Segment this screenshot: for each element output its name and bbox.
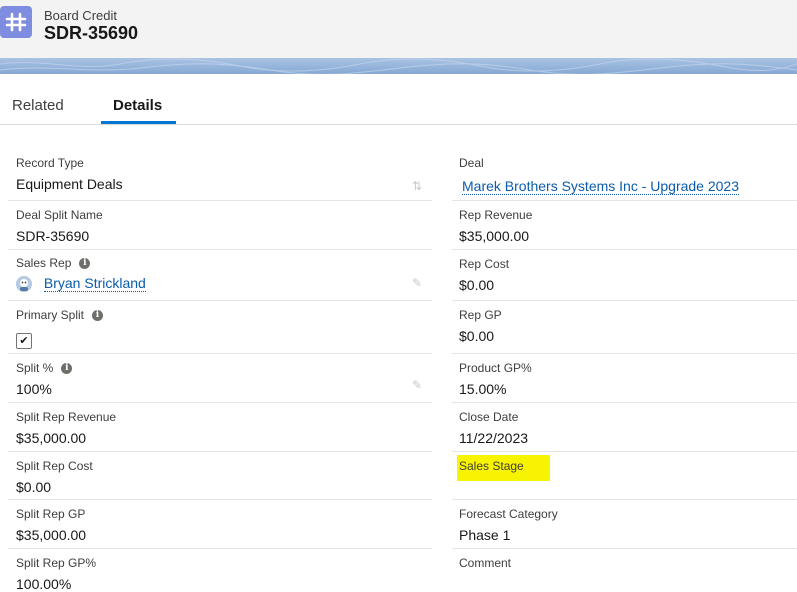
- primary-split-checkbox: ✔: [16, 332, 32, 349]
- active-tab-indicator: [101, 121, 176, 124]
- field-label: Sales Rep: [16, 256, 72, 270]
- field-forecast-category: Forecast Category Phase 1: [459, 507, 558, 543]
- field-label: Rep Revenue: [459, 208, 533, 222]
- field-label: Split Rep Revenue: [16, 410, 117, 424]
- divider: [8, 499, 432, 500]
- record-header: Board Credit SDR-35690: [0, 0, 797, 58]
- field-label-row: Split % i: [16, 361, 73, 375]
- field-value-row: Bryan Strickland: [16, 275, 146, 293]
- divider: [8, 548, 432, 549]
- field-value: SDR-35690: [16, 228, 90, 244]
- field-label-row: Primary Split i: [16, 308, 104, 322]
- field-label: Rep Cost: [459, 257, 510, 271]
- field-value: $0.00: [16, 479, 52, 495]
- field-sales-stage: Sales Stage: [457, 455, 550, 487]
- field-label: Comment: [459, 556, 512, 570]
- field-value-row: ✔: [16, 331, 103, 349]
- divider: [452, 353, 797, 354]
- field-label: Split Rep GP: [16, 507, 86, 521]
- field-value: $35,000.00: [459, 228, 530, 244]
- divider: [8, 353, 432, 354]
- header-banner: [0, 58, 797, 74]
- divider: [8, 451, 432, 452]
- field-value: $35,000.00: [16, 527, 87, 543]
- divider: [452, 451, 797, 452]
- deal-link[interactable]: Marek Brothers Systems Inc - Upgrade 202…: [462, 178, 740, 195]
- field-value-row: Marek Brothers Systems Inc - Upgrade 202…: [462, 178, 740, 195]
- info-icon[interactable]: i: [61, 362, 73, 374]
- field-rep-cost: Rep Cost $0.00: [459, 257, 509, 293]
- divider: [8, 200, 432, 201]
- field-deal-split-name: Deal Split Name SDR-35690: [16, 208, 103, 244]
- divider: [452, 249, 797, 250]
- pencil-icon[interactable]: ✎: [412, 378, 422, 392]
- field-label: Split Rep GP%: [16, 556, 97, 570]
- field-product-gp-pct: Product GP% 15.00%: [459, 361, 532, 397]
- tab-details[interactable]: Details: [113, 97, 162, 114]
- field-split-rep-cost: Split Rep Cost $0.00: [16, 459, 93, 495]
- field-label: Product GP%: [459, 361, 532, 375]
- field-label-row: Sales Rep i: [16, 256, 146, 270]
- checkmark-icon: ✔: [19, 335, 29, 347]
- object-type-label: Board Credit: [44, 8, 117, 23]
- field-deal: Deal Marek Brothers Systems Inc - Upgrad…: [459, 156, 740, 195]
- field-sales-rep: Sales Rep i Bryan Strickland: [16, 256, 146, 293]
- field-value: $0.00: [459, 328, 495, 344]
- divider: [452, 402, 797, 403]
- field-label: Split %: [16, 361, 54, 375]
- field-primary-split: Primary Split i ✔: [16, 308, 104, 349]
- divider: [452, 200, 797, 201]
- hash-icon: [0, 6, 32, 38]
- field-value: 100.00%: [16, 576, 72, 592]
- field-label: Rep GP: [459, 308, 502, 322]
- field-label-row: Sales Stage: [457, 455, 550, 481]
- record-tabs: Related Details: [0, 88, 797, 125]
- field-rep-revenue: Rep Revenue $35,000.00: [459, 208, 532, 244]
- field-split-rep-gp-pct: Split Rep GP% 100.00%: [16, 556, 96, 592]
- tab-related[interactable]: Related: [12, 97, 64, 114]
- field-value: 11/22/2023: [459, 430, 529, 446]
- record-title: SDR-35690: [44, 23, 139, 43]
- field-record-type: Record Type Equipment Deals: [16, 156, 123, 192]
- field-split-pct: Split % i 100%: [16, 361, 73, 397]
- field-value: 100%: [16, 381, 52, 397]
- field-label: Close Date: [459, 410, 519, 424]
- field-label: Deal Split Name: [16, 208, 103, 222]
- divider: [8, 300, 432, 301]
- field-value: Phase 1: [459, 527, 511, 543]
- swap-icon[interactable]: ⇅: [412, 179, 422, 193]
- field-comment: Comment: [459, 556, 511, 576]
- pencil-icon[interactable]: ✎: [412, 276, 422, 290]
- user-avatar-icon: [16, 276, 32, 293]
- field-label: Primary Split: [16, 308, 85, 322]
- field-split-rep-revenue: Split Rep Revenue $35,000.00: [16, 410, 116, 446]
- sales-rep-link[interactable]: Bryan Strickland: [43, 275, 146, 292]
- divider: [452, 300, 797, 301]
- highlighted-field-label: Sales Stage: [457, 455, 550, 481]
- divider: [8, 249, 432, 250]
- field-value: Equipment Deals: [16, 176, 123, 192]
- info-icon[interactable]: i: [92, 309, 104, 321]
- field-label: Record Type: [16, 156, 84, 170]
- field-label: Forecast Category: [459, 507, 558, 521]
- info-icon[interactable]: i: [79, 257, 91, 269]
- field-rep-gp: Rep GP $0.00: [459, 308, 502, 344]
- field-value: $0.00: [459, 277, 495, 293]
- divider: [8, 402, 432, 403]
- field-close-date: Close Date 11/22/2023: [459, 410, 528, 446]
- divider: [452, 548, 797, 549]
- divider: [452, 499, 797, 500]
- field-value: $35,000.00: [16, 430, 87, 446]
- field-split-rep-gp: Split Rep GP $35,000.00: [16, 507, 86, 543]
- field-label: Deal: [459, 156, 484, 170]
- field-value: 15.00%: [459, 381, 507, 397]
- field-label: Split Rep Cost: [16, 459, 93, 473]
